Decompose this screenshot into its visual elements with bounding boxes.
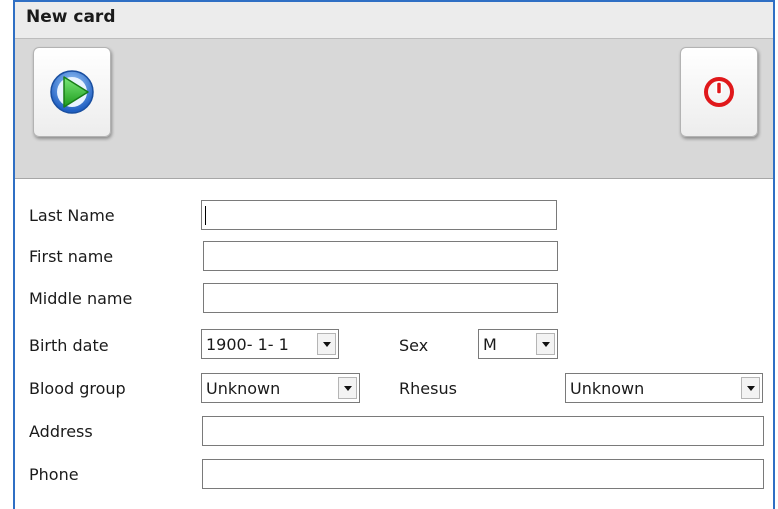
rhesus-label: Rhesus bbox=[399, 379, 457, 398]
new-card-window: New card Last Name First name Middle nam… bbox=[13, 0, 775, 509]
first-name-label: First name bbox=[29, 247, 114, 266]
chevron-down-icon[interactable] bbox=[741, 377, 760, 399]
rhesus-select[interactable]: Unknown bbox=[565, 373, 763, 403]
toolbar bbox=[15, 39, 773, 179]
power-icon bbox=[704, 77, 734, 107]
rhesus-value: Unknown bbox=[570, 379, 645, 398]
chevron-down-icon[interactable] bbox=[317, 333, 336, 355]
chevron-down-icon[interactable] bbox=[338, 377, 357, 399]
play-icon bbox=[50, 70, 94, 114]
sex-select[interactable]: M bbox=[478, 329, 558, 359]
last-name-label: Last Name bbox=[29, 206, 115, 225]
window-title: New card bbox=[26, 7, 116, 27]
background-left bbox=[0, 0, 13, 507]
first-name-input[interactable] bbox=[203, 241, 558, 271]
blood-group-select[interactable]: Unknown bbox=[201, 373, 360, 403]
blood-group-value: Unknown bbox=[206, 379, 281, 398]
phone-label: Phone bbox=[29, 465, 79, 484]
birth-date-picker[interactable]: 1900- 1- 1 bbox=[201, 329, 339, 359]
phone-input[interactable] bbox=[202, 459, 764, 489]
birth-date-value: 1900- 1- 1 bbox=[206, 335, 289, 354]
address-label: Address bbox=[29, 422, 93, 441]
middle-name-input[interactable] bbox=[203, 283, 558, 313]
sex-value: M bbox=[483, 335, 497, 354]
title-bar: New card bbox=[15, 2, 773, 39]
next-button[interactable] bbox=[33, 47, 111, 137]
sex-label: Sex bbox=[399, 336, 429, 355]
exit-button[interactable] bbox=[680, 47, 758, 137]
birth-date-label: Birth date bbox=[29, 336, 109, 355]
text-caret bbox=[205, 206, 206, 225]
chevron-down-icon[interactable] bbox=[536, 333, 555, 355]
middle-name-label: Middle name bbox=[29, 289, 133, 308]
blood-group-label: Blood group bbox=[29, 379, 126, 398]
last-name-input[interactable] bbox=[201, 200, 557, 230]
address-input[interactable] bbox=[202, 416, 764, 446]
card-form: Last Name First name Middle name Birth d… bbox=[15, 179, 773, 509]
